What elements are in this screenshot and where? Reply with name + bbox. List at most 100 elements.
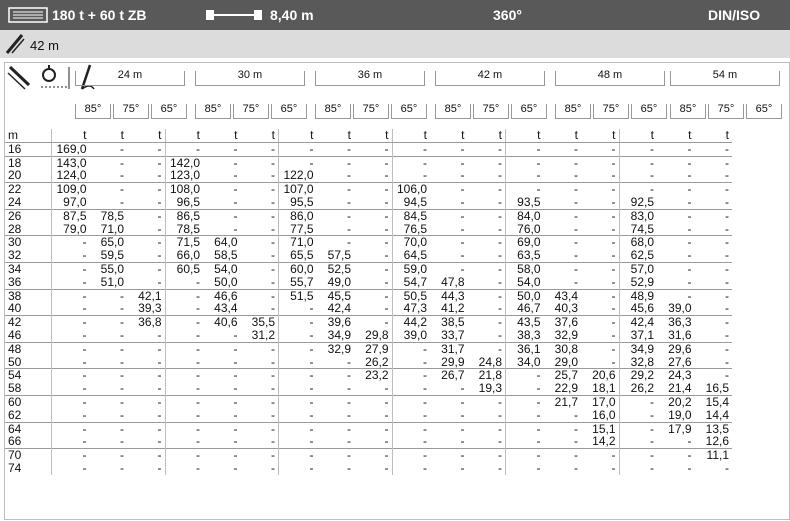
load-cell: - — [347, 434, 351, 449]
table-row: 20 124,0- -123,0- -122,0- - - - - - - - - - - — [5, 168, 732, 183]
table-row: 28 79,0 71,0-78,5- -77,5- -76,5- -76,0- -74,5-… — [5, 221, 732, 236]
load-chart-panel: 24 m 30 m 36 m 42 m 48 m 54 m 85° 75° 65° 8… — [4, 62, 790, 520]
load-cell: 22,9 — [554, 381, 578, 396]
load-cell: - — [278, 142, 317, 157]
load-cell: - — [574, 434, 578, 449]
load-cell: - — [120, 327, 124, 342]
load-cell: - — [157, 354, 162, 369]
load-cell: - — [316, 368, 354, 383]
radius-cell: 70 — [5, 448, 52, 462]
load-cell: - — [164, 394, 203, 409]
load-cell: - — [725, 327, 729, 342]
load-cell: - — [203, 208, 241, 223]
load-cell: - — [543, 421, 581, 436]
load-cell: - — [574, 168, 578, 183]
load-cell: 31,2 — [251, 327, 275, 342]
load-cell: - — [498, 460, 502, 475]
load-cell: 54,0 — [203, 261, 241, 276]
load-cell: - — [89, 182, 127, 196]
load-cell: - — [384, 381, 389, 396]
radius-cell: 22 — [5, 182, 52, 196]
load-cell: - — [271, 221, 275, 236]
load-unit: t — [316, 128, 354, 143]
boom-length-42: 42 m — [435, 69, 545, 86]
load-cell: - — [430, 261, 468, 276]
load-cell: - — [657, 261, 695, 276]
radius-cell: 60 — [5, 394, 52, 409]
load-cell: - — [271, 168, 275, 183]
load-cell: - — [157, 407, 162, 422]
load-unit: t — [430, 128, 468, 143]
load-cell: - — [391, 142, 430, 157]
load-cell: 16,0 — [592, 407, 616, 422]
outrigger-width-label: 8,40 m — [270, 7, 314, 23]
load-cell: - — [157, 194, 162, 209]
load-cell: - — [354, 261, 392, 276]
table-row: 42- -36,8-40,6 35,5-39,6-44,2 38,5-43,5 37,6… — [5, 315, 732, 329]
load-cell: 21,4 — [668, 381, 692, 396]
load-cell: - — [694, 208, 732, 223]
load-unit: t — [618, 128, 657, 143]
load-cell: 25,7 — [543, 368, 581, 383]
load-cell: - — [271, 407, 275, 422]
load-cell: - — [384, 168, 389, 183]
load-cell: - — [347, 354, 351, 369]
load-cell: - — [278, 315, 317, 329]
load-cell: - — [694, 288, 732, 303]
load-cell: - — [120, 460, 124, 475]
angle-header: 85° — [315, 103, 351, 119]
load-cell: 37,6 — [543, 315, 581, 329]
load-cell: - — [391, 462, 430, 475]
load-cell: 78,5 — [164, 222, 203, 236]
load-cell: - — [467, 394, 506, 409]
load-cell: 34,9 — [618, 341, 657, 356]
load-cell: 143,0 — [51, 155, 90, 170]
load-cell: - — [391, 382, 430, 396]
load-cell: - — [725, 194, 729, 209]
load-cell: - — [467, 315, 506, 329]
load-cell: - — [271, 248, 275, 263]
load-unit: t — [467, 128, 506, 143]
table-row: 24 97,0- -96,5- -95,5- -94,5- -93,5- -92,5- - — [5, 194, 732, 210]
angle-header: 85° — [670, 103, 706, 119]
load-cell: - — [89, 315, 127, 329]
table-row: 66- - - - - - - - - - - - - -14,2- -12,6 — [5, 434, 732, 449]
load-cell: 60,0 — [278, 261, 317, 276]
load-cell: - — [203, 394, 241, 409]
load-cell: - — [543, 448, 581, 462]
load-cell: - — [581, 315, 619, 329]
load-cell: 87,5 — [51, 208, 90, 223]
load-cell: 43,5 — [505, 315, 544, 329]
angle-header: 65° — [151, 103, 187, 119]
load-cell: - — [657, 448, 695, 462]
load-cell: - — [467, 155, 506, 170]
radius-cell: 42 — [5, 315, 52, 329]
load-cell: 31,7 — [430, 341, 468, 356]
boom-length-36: 36 m — [315, 69, 425, 86]
load-cell: 42,4 — [327, 301, 351, 316]
load-cell: - — [120, 354, 124, 369]
load-cell: - — [694, 155, 732, 170]
load-cell: 21,8 — [467, 368, 506, 383]
load-cell: 71,0 — [278, 235, 317, 250]
load-cell: - — [354, 448, 392, 462]
radius-cell: 20 — [8, 168, 22, 183]
load-cell: - — [391, 435, 430, 449]
load-cell: - — [164, 275, 203, 290]
radius-cell: 18 — [5, 155, 52, 170]
angle-header: 85° — [75, 103, 111, 119]
angle-header: 65° — [271, 103, 307, 119]
load-cell: 46,7 — [505, 302, 544, 316]
load-cell: - — [543, 261, 581, 276]
load-cell: - — [391, 169, 430, 183]
load-cell: - — [384, 301, 389, 316]
load-cell: - — [618, 448, 657, 462]
load-cell: - — [430, 235, 468, 250]
load-cell: 169,0 — [51, 142, 90, 157]
load-cell: - — [51, 448, 90, 462]
load-cell: 43,4 — [214, 301, 238, 316]
load-cell: - — [157, 460, 162, 475]
load-cell: - — [354, 394, 392, 409]
load-cell: 96,5 — [164, 195, 203, 210]
load-cell: - — [391, 421, 430, 436]
